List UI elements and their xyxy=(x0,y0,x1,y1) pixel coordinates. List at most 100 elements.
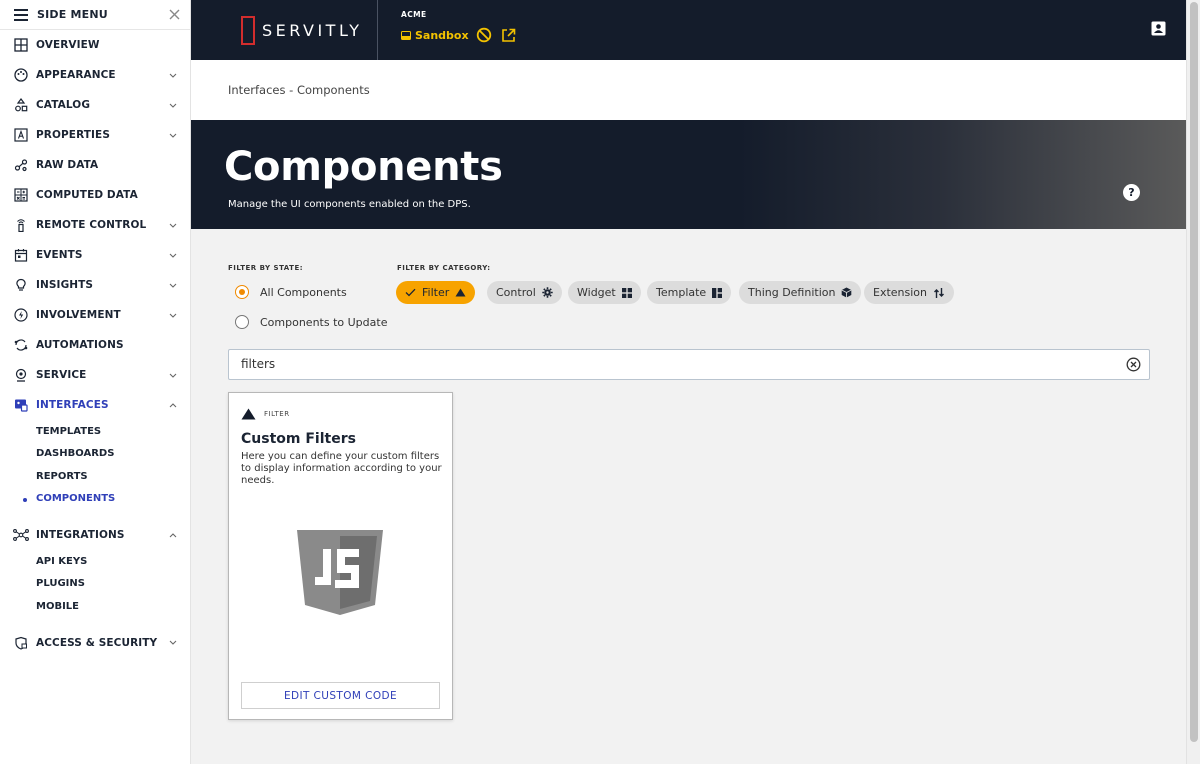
servitly-logo[interactable]: SERVITLY xyxy=(241,16,363,45)
sidebar-item-label: RAW DATA xyxy=(36,159,99,171)
javascript-logo-icon xyxy=(297,530,383,615)
network-icon xyxy=(13,527,29,543)
cube-icon xyxy=(841,287,852,298)
page-header: Components Manage the UI components enab… xyxy=(191,120,1186,229)
category-chip-widget[interactable]: Widget xyxy=(568,281,641,304)
sidebar-item-events[interactable]: EVENTS xyxy=(0,240,190,270)
category-chip-control[interactable]: Control xyxy=(487,281,562,304)
cycle-icon xyxy=(13,337,29,353)
gear-icon xyxy=(542,287,553,298)
sidebar-item-computed-data[interactable]: COMPUTED DATA xyxy=(0,180,190,210)
breadcrumb: Interfaces - Components xyxy=(228,83,370,97)
extension-arrows-icon xyxy=(934,287,945,298)
sidebar-subitem-dashboards[interactable]: DASHBOARDS xyxy=(0,443,190,466)
sidebar-item-label: INTEGRATIONS xyxy=(36,529,125,541)
bolt-circle-icon xyxy=(13,307,29,323)
sidebar-item-catalog[interactable]: CATALOG xyxy=(0,90,190,120)
side-menu-title: SIDE MENU xyxy=(37,8,108,21)
sidebar-item-remote-control[interactable]: REMOTE CONTROL xyxy=(0,210,190,240)
grid-icon xyxy=(13,37,29,53)
sidebar-subitem-templates[interactable]: TEMPLATES xyxy=(0,420,190,443)
state-option-label: Components to Update xyxy=(260,315,388,329)
palette-icon xyxy=(13,67,29,83)
chevron-down-icon xyxy=(168,220,178,230)
shapes-icon xyxy=(13,97,29,113)
scrollbar-thumb[interactable] xyxy=(1190,2,1198,742)
category-chip-thing-definition[interactable]: Thing Definition xyxy=(739,281,862,304)
integrations-submenu: API KEYS PLUGINS MOBILE xyxy=(0,550,190,618)
side-menu-header: SIDE MENU xyxy=(0,0,190,30)
calculator-icon xyxy=(13,187,29,203)
template-layout-icon xyxy=(712,287,723,298)
sidebar-item-properties[interactable]: PROPERTIES xyxy=(0,120,190,150)
sidebar-item-label: INVOLVEMENT xyxy=(36,309,121,321)
sidebar-item-label: SERVICE xyxy=(36,369,87,381)
card-category-label: FILTER xyxy=(264,410,290,418)
sidebar-item-interfaces[interactable]: INTERFACES xyxy=(0,390,190,420)
radio-unselected[interactable] xyxy=(235,315,249,329)
help-icon[interactable]: ? xyxy=(1123,184,1140,201)
calendar-icon xyxy=(13,247,29,263)
sidebar-item-insights[interactable]: INSIGHTS xyxy=(0,270,190,300)
external-link-icon[interactable] xyxy=(501,28,516,43)
category-chip-label: Extension xyxy=(873,286,928,299)
page-title: Components xyxy=(224,144,503,190)
sidebar-item-label: APPEARANCE xyxy=(36,69,116,81)
filter-triangle-icon xyxy=(455,288,466,297)
chevron-up-icon xyxy=(168,400,178,410)
state-option-label: All Components xyxy=(260,285,347,299)
user-profile-icon[interactable] xyxy=(1151,21,1166,36)
sidebar-subitem-plugins[interactable]: PLUGINS xyxy=(0,573,190,596)
nodes-icon xyxy=(13,157,29,173)
sidebar-item-involvement[interactable]: INVOLVEMENT xyxy=(0,300,190,330)
state-option-all[interactable]: All Components xyxy=(235,285,347,299)
sidebar-item-integrations[interactable]: INTEGRATIONS xyxy=(0,520,190,550)
side-menu: SIDE MENU OVERVIEW APPEARANCE CATALOG PR… xyxy=(0,0,191,764)
page-scrollbar[interactable] xyxy=(1186,0,1200,764)
sidebar-item-label: CATALOG xyxy=(36,99,91,111)
radio-selected[interactable] xyxy=(235,285,249,299)
sidebar-item-automations[interactable]: AUTOMATIONS xyxy=(0,330,190,360)
breadcrumb-bar: Interfaces - Components xyxy=(191,60,1186,120)
search-input[interactable] xyxy=(241,357,1101,371)
sidebar-item-overview[interactable]: OVERVIEW xyxy=(0,30,190,60)
sidebar-item-access-security[interactable]: ACCESS & SECURITY xyxy=(0,628,190,658)
sidebar-item-label: INTERFACES xyxy=(36,399,109,411)
clear-search-icon[interactable] xyxy=(1126,357,1141,372)
sidebar-item-service[interactable]: SERVICE xyxy=(0,360,190,390)
sidebar-item-label: COMPUTED DATA xyxy=(36,189,138,201)
chevron-down-icon xyxy=(168,370,178,380)
chevron-down-icon xyxy=(168,638,178,648)
category-chip-template[interactable]: Template xyxy=(647,281,732,304)
sidebar-item-label: PROPERTIES xyxy=(36,129,110,141)
chevron-down-icon xyxy=(168,250,178,260)
card-description: Here you can define your custom filters … xyxy=(241,451,442,486)
sidebar-item-label: REMOTE CONTROL xyxy=(36,219,147,231)
sidebar-subitem-api-keys[interactable]: API KEYS xyxy=(0,550,190,573)
category-chip-extension[interactable]: Extension xyxy=(864,281,955,304)
letter-a-icon xyxy=(13,127,29,143)
category-chip-label: Filter xyxy=(422,286,450,299)
sidebar-item-appearance[interactable]: APPEARANCE xyxy=(0,60,190,90)
close-icon[interactable] xyxy=(169,9,180,20)
no-entry-icon[interactable] xyxy=(476,27,492,43)
edit-custom-code-button[interactable]: EDIT CUSTOM CODE xyxy=(241,682,440,709)
search-box xyxy=(228,349,1150,380)
organization-name: ACME xyxy=(401,10,427,19)
category-chip-filter[interactable]: Filter xyxy=(396,281,476,304)
sidebar-item-label: ACCESS & SECURITY xyxy=(36,636,158,649)
state-option-to-update[interactable]: Components to Update xyxy=(235,315,387,329)
widget-grid-icon xyxy=(621,287,632,298)
environment-switcher[interactable]: Sandbox xyxy=(401,27,516,43)
sidebar-subitem-mobile[interactable]: MOBILE xyxy=(0,595,190,618)
hamburger-icon[interactable] xyxy=(14,8,28,21)
sidebar-item-label: AUTOMATIONS xyxy=(36,339,124,351)
sidebar-subitem-components[interactable]: COMPONENTS xyxy=(0,488,190,511)
chevron-up-icon xyxy=(168,530,178,540)
chevron-down-icon xyxy=(168,310,178,320)
sidebar-subitem-reports[interactable]: REPORTS xyxy=(0,465,190,488)
environment-label: Sandbox xyxy=(415,28,469,42)
filter-triangle-icon xyxy=(241,408,256,420)
chevron-down-icon xyxy=(168,100,178,110)
sidebar-item-raw-data[interactable]: RAW DATA xyxy=(0,150,190,180)
